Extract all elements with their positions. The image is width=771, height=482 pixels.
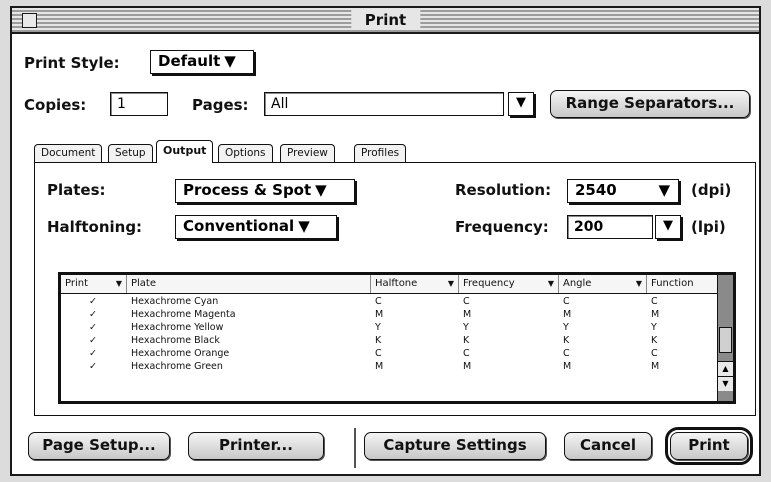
- resolution-unit: (dpi): [691, 181, 732, 199]
- chevron-down-icon: ▼: [298, 217, 310, 235]
- frequency-field[interactable]: 200: [567, 215, 653, 239]
- sort-arrow-icon: ▼: [115, 279, 122, 288]
- cancel-button[interactable]: Cancel: [564, 432, 652, 460]
- capture-settings-button[interactable]: Capture Settings: [364, 432, 546, 460]
- table-row[interactable]: ✓ Hexachrome Yellow Y Y Y Y: [61, 321, 717, 334]
- print-dialog: Print Print Style: Default ▼ Copies: 1 Pa…: [10, 6, 761, 476]
- pages-dropdown-button[interactable]: ▼: [508, 92, 534, 116]
- column-header-plate[interactable]: Plate: [127, 275, 371, 293]
- close-box-icon[interactable]: [22, 13, 37, 28]
- print-button[interactable]: Print: [665, 427, 753, 465]
- sort-arrow-icon: ▼: [447, 279, 454, 288]
- resolution-label: Resolution:: [455, 181, 552, 199]
- column-header-halftone[interactable]: Halftone ▼: [371, 275, 459, 293]
- output-panel: Plates: Process & Spot ▼ Halftoning: Conv…: [34, 162, 756, 416]
- vertical-scrollbar[interactable]: ▲ ▼: [717, 275, 733, 401]
- scroll-up-arrow-icon[interactable]: ▲: [718, 361, 733, 376]
- plates-list[interactable]: Print ▼ Plate Halftone ▼ Frequency ▼ Angle ▼…: [58, 272, 736, 404]
- print-style-value: Default: [158, 52, 221, 70]
- frequency-unit: (lpi): [691, 218, 726, 236]
- title-bar[interactable]: Print: [12, 8, 759, 34]
- print-style-popup[interactable]: Default ▼: [150, 50, 254, 74]
- range-separators-button[interactable]: Range Separators...: [550, 90, 750, 118]
- tab-profiles[interactable]: Profiles: [354, 144, 407, 162]
- halftoning-value: Conventional: [183, 217, 295, 235]
- table-row[interactable]: ✓ Hexachrome Orange C C C C: [61, 347, 717, 360]
- frequency-dropdown-button[interactable]: ▼: [655, 215, 681, 239]
- resolution-value: 2540: [575, 181, 617, 199]
- plates-popup[interactable]: Process & Spot ▼: [175, 179, 355, 203]
- halftoning-popup[interactable]: Conventional ▼: [175, 215, 337, 239]
- window-title: Print: [350, 10, 421, 30]
- chevron-down-icon: ▼: [663, 218, 673, 233]
- chevron-down-icon: ▼: [315, 181, 327, 199]
- column-header-frequency[interactable]: Frequency ▼: [459, 275, 559, 293]
- tab-output[interactable]: Output: [156, 140, 214, 163]
- pages-field[interactable]: All: [264, 92, 504, 116]
- chevron-down-icon: ▼: [516, 95, 526, 110]
- frequency-label: Frequency:: [455, 218, 549, 236]
- column-header-print[interactable]: Print ▼: [61, 275, 127, 293]
- copies-label: Copies:: [24, 96, 87, 114]
- chevron-down-icon: ▼: [224, 52, 236, 70]
- plates-label: Plates:: [47, 181, 106, 199]
- tab-document[interactable]: Document: [34, 144, 103, 162]
- resolution-popup[interactable]: 2540 ▼: [567, 179, 679, 203]
- chevron-down-icon: ▼: [658, 181, 670, 199]
- sort-arrow-icon: ▼: [635, 279, 642, 288]
- button-divider: [354, 428, 356, 468]
- table-row[interactable]: ✓ Hexachrome Black K K K K: [61, 334, 717, 347]
- halftoning-label: Halftoning:: [47, 218, 143, 236]
- copies-field[interactable]: 1: [110, 92, 168, 116]
- table-row[interactable]: ✓ Hexachrome Magenta M M M M: [61, 308, 717, 321]
- scroll-down-arrow-icon[interactable]: ▼: [718, 376, 733, 391]
- table-row[interactable]: ✓ Hexachrome Green M M M M: [61, 360, 717, 373]
- tab-setup[interactable]: Setup: [108, 144, 153, 162]
- pages-label: Pages:: [192, 96, 249, 114]
- printer-button[interactable]: Printer...: [188, 432, 324, 460]
- tab-preview[interactable]: Preview: [280, 144, 335, 162]
- scroll-thumb[interactable]: [719, 327, 732, 353]
- tab-options[interactable]: Options: [218, 144, 273, 162]
- plates-value: Process & Spot: [183, 181, 312, 199]
- print-style-label: Print Style:: [24, 54, 120, 72]
- table-header: Print ▼ Plate Halftone ▼ Frequency ▼ Angle ▼…: [61, 275, 731, 294]
- page-setup-button[interactable]: Page Setup...: [28, 432, 170, 460]
- column-header-angle[interactable]: Angle ▼: [559, 275, 647, 293]
- table-row[interactable]: ✓ Hexachrome Cyan C C C C: [61, 295, 717, 308]
- sort-arrow-icon: ▼: [547, 279, 554, 288]
